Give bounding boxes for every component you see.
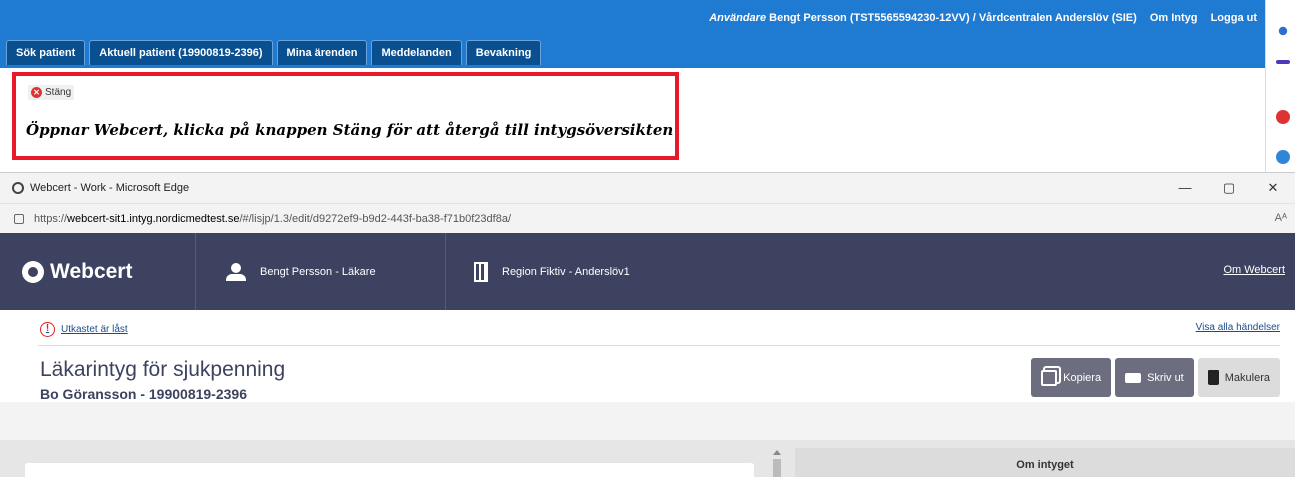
close-icon: ✕	[31, 87, 42, 98]
right-sidebar	[1265, 0, 1295, 172]
tab-current-patient[interactable]: Aktuell patient (19900819-2396)	[89, 40, 273, 65]
warning-icon: !	[40, 322, 55, 337]
side-panel: Om intyget	[795, 448, 1295, 477]
browser-title-bar: Webcert - Work - Microsoft Edge — ▢ ✕	[0, 173, 1295, 203]
locked-text: Utkastet är låst	[61, 324, 128, 335]
maximize-button[interactable]: ▢	[1207, 173, 1251, 203]
close-window-button[interactable]: ✕	[1251, 173, 1295, 203]
webcert-nav: Webcert Bengt Persson - Läkare Region Fi…	[0, 233, 1295, 310]
copy-button[interactable]: Kopiera	[1031, 358, 1112, 397]
webcert-logo-icon	[22, 260, 44, 283]
read-aloud-icon[interactable]: Aᴬ	[1275, 212, 1287, 224]
user-icon	[226, 262, 246, 281]
about-webcert-link[interactable]: Om Webcert	[1223, 264, 1285, 276]
nav-unit-label: Region Fiktiv - Anderslöv1	[502, 265, 630, 278]
form-card	[25, 463, 754, 477]
void-label: Makulera	[1224, 371, 1270, 384]
copy-label: Kopiera	[1063, 371, 1102, 384]
browser-title: Webcert - Work - Microsoft Edge	[30, 182, 190, 194]
highlight-box: ✕ Stäng Öppnar Webcert, klicka på knappe…	[12, 72, 679, 160]
lock-icon[interactable]	[14, 213, 24, 224]
user-text: Bengt Persson (TST5565594230-12VV) / Vår…	[769, 12, 1137, 24]
logout-link[interactable]: Logga ut	[1211, 12, 1257, 24]
scroll-up-icon[interactable]	[773, 450, 781, 455]
app-body: ! Utkastet är låst Visa alla händelser L…	[0, 310, 1295, 402]
close-label: Stäng	[45, 87, 72, 98]
user-info: Användare Bengt Persson (TST5565594230-1…	[709, 12, 1257, 24]
building-icon	[474, 261, 488, 282]
print-label: Skriv ut	[1147, 371, 1184, 384]
sidebar-red-icon[interactable]	[1276, 110, 1290, 124]
side-panel-title: Om intyget	[1016, 459, 1074, 471]
tab-messages[interactable]: Meddelanden	[371, 40, 462, 65]
tab-search-patient[interactable]: Sök patient	[6, 40, 86, 65]
nav-user-label: Bengt Persson - Läkare	[260, 265, 376, 278]
browser-window: Webcert - Work - Microsoft Edge — ▢ ✕ ht…	[0, 172, 1295, 477]
close-button[interactable]: ✕ Stäng	[28, 85, 75, 100]
print-icon	[1125, 372, 1142, 383]
main-tabs: Sök patient Aktuell patient (19900819-23…	[6, 40, 542, 65]
locked-status[interactable]: ! Utkastet är låst	[40, 322, 128, 337]
scroll-thumb[interactable]	[773, 459, 781, 477]
url-prefix: https://	[34, 212, 68, 225]
sidebar-arrow-icon[interactable]	[1276, 60, 1290, 64]
window-controls: — ▢ ✕	[1163, 173, 1295, 203]
copy-icon	[1041, 369, 1058, 386]
minimize-button[interactable]: —	[1163, 173, 1207, 203]
void-button[interactable]: Makulera	[1197, 358, 1280, 397]
nav-unit: Region Fiktiv - Anderslöv1	[446, 233, 630, 310]
user-label: Användare	[709, 12, 767, 24]
top-header: Användare Bengt Persson (TST5565594230-1…	[0, 0, 1265, 68]
page-title: Läkarintyg för sjukpenning	[40, 358, 286, 381]
brand-name: Webcert	[50, 259, 133, 283]
show-events-link[interactable]: Visa alla händelser	[1196, 322, 1280, 333]
tab-my-cases[interactable]: Mina ärenden	[276, 40, 368, 65]
instruction-text: Öppnar Webcert, klicka på knappen Stäng …	[26, 121, 674, 139]
sidebar-globe-icon[interactable]	[1276, 150, 1290, 164]
address-bar[interactable]: https://webcert-sit1.intyg.nordicmedtest…	[0, 203, 1295, 233]
sidebar-search-icon[interactable]	[1278, 26, 1288, 36]
url-path: /#/lisjp/1.3/edit/d9272ef9-b9d2-443f-ba3…	[239, 212, 511, 225]
about-intyg-link[interactable]: Om Intyg	[1150, 12, 1198, 24]
print-button[interactable]: Skriv ut	[1115, 358, 1194, 397]
divider	[38, 345, 1280, 346]
url-domain: webcert-sit1.intyg.nordicmedtest.se	[67, 212, 240, 225]
edge-icon	[12, 182, 24, 194]
trash-icon	[1207, 370, 1219, 385]
tab-monitoring[interactable]: Bevakning	[465, 40, 542, 65]
brand[interactable]: Webcert	[0, 233, 196, 310]
scrollbar[interactable]	[770, 448, 784, 477]
patient-info: Bo Göransson - 19900819-2396	[40, 386, 247, 402]
nav-user: Bengt Persson - Läkare	[196, 233, 446, 310]
action-buttons: Kopiera Skriv ut Makulera	[1031, 358, 1280, 397]
